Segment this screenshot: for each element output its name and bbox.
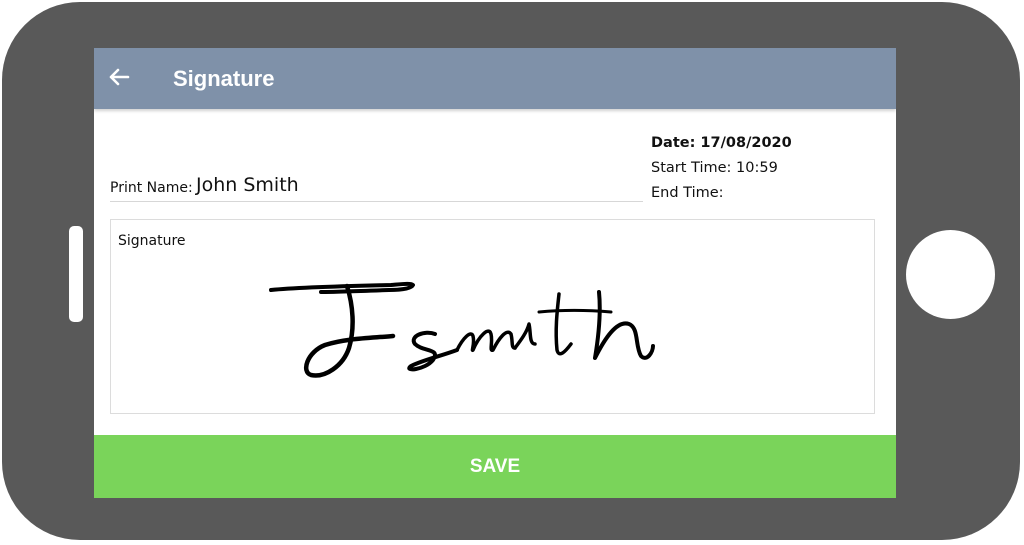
app-screen: Signature Date: 17/08/2020 Start Time: 1… (94, 48, 896, 498)
print-name-input[interactable]: John Smith (196, 174, 299, 196)
home-button[interactable] (906, 230, 995, 319)
side-button (69, 226, 83, 322)
arrow-left-icon (109, 68, 130, 86)
date-text: Date: 17/08/2020 (651, 135, 792, 151)
session-info: Date: 17/08/2020 Start Time: 10:59 End T… (651, 131, 792, 206)
print-name-label: Print Name: (110, 180, 193, 196)
page-title: Signature (173, 66, 275, 91)
save-button[interactable]: SAVE (94, 435, 896, 498)
app-bar: Signature (94, 48, 896, 109)
signature-pad[interactable]: Signature (110, 219, 875, 414)
end-time-text: End Time: (651, 185, 724, 201)
save-button-label: SAVE (469, 456, 521, 477)
signature-drawing (269, 281, 655, 378)
print-name-field[interactable]: Print Name: John Smith (110, 172, 643, 202)
start-time-text: Start Time: 10:59 (651, 160, 778, 176)
back-button[interactable] (104, 62, 134, 92)
